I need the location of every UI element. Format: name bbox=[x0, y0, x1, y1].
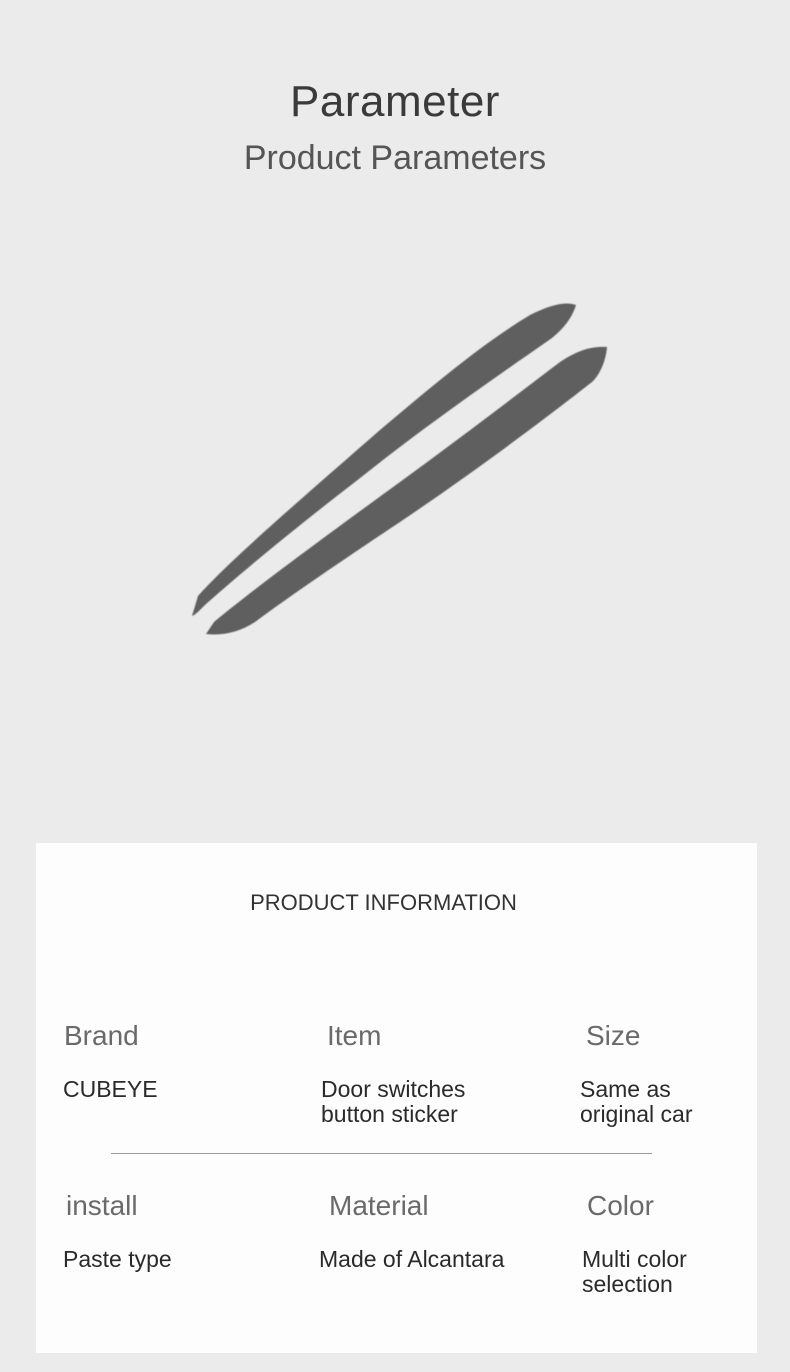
size-value: Same as original car bbox=[580, 1077, 750, 1127]
product-image bbox=[192, 303, 607, 635]
size-label: Size bbox=[586, 1020, 641, 1051]
install-value: Paste type bbox=[63, 1247, 263, 1272]
door-trim-strip-upper bbox=[192, 303, 576, 616]
door-trim-strip-lower bbox=[206, 346, 607, 635]
material-label: Material bbox=[329, 1190, 429, 1221]
install-value-line: Paste type bbox=[63, 1246, 172, 1272]
item-value: Door switches button sticker bbox=[321, 1077, 521, 1127]
info-title: PRODUCT INFORMATION bbox=[250, 890, 517, 915]
item-label: Item bbox=[327, 1020, 382, 1051]
color-value-line: Multi color bbox=[582, 1246, 687, 1272]
color-value: Multi color selection bbox=[582, 1247, 752, 1297]
item-value-line: Door switches bbox=[321, 1076, 466, 1102]
row-divider bbox=[111, 1153, 652, 1154]
item-value-line: button sticker bbox=[321, 1101, 458, 1127]
color-value-line: selection bbox=[582, 1271, 673, 1297]
size-value-line: original car bbox=[580, 1101, 693, 1127]
brand-label: Brand bbox=[64, 1020, 139, 1051]
install-label: install bbox=[66, 1190, 138, 1221]
brand-value: CUBEYE bbox=[63, 1077, 263, 1102]
material-value-line: Made of Alcantara bbox=[319, 1246, 505, 1272]
size-value-line: Same as bbox=[580, 1076, 671, 1102]
material-value: Made of Alcantara bbox=[319, 1247, 559, 1272]
color-label: Color bbox=[587, 1190, 654, 1221]
brand-value-line: CUBEYE bbox=[63, 1076, 158, 1102]
product-info-card: PRODUCT INFORMATION Brand CUBEYE Item Do… bbox=[36, 843, 757, 1353]
